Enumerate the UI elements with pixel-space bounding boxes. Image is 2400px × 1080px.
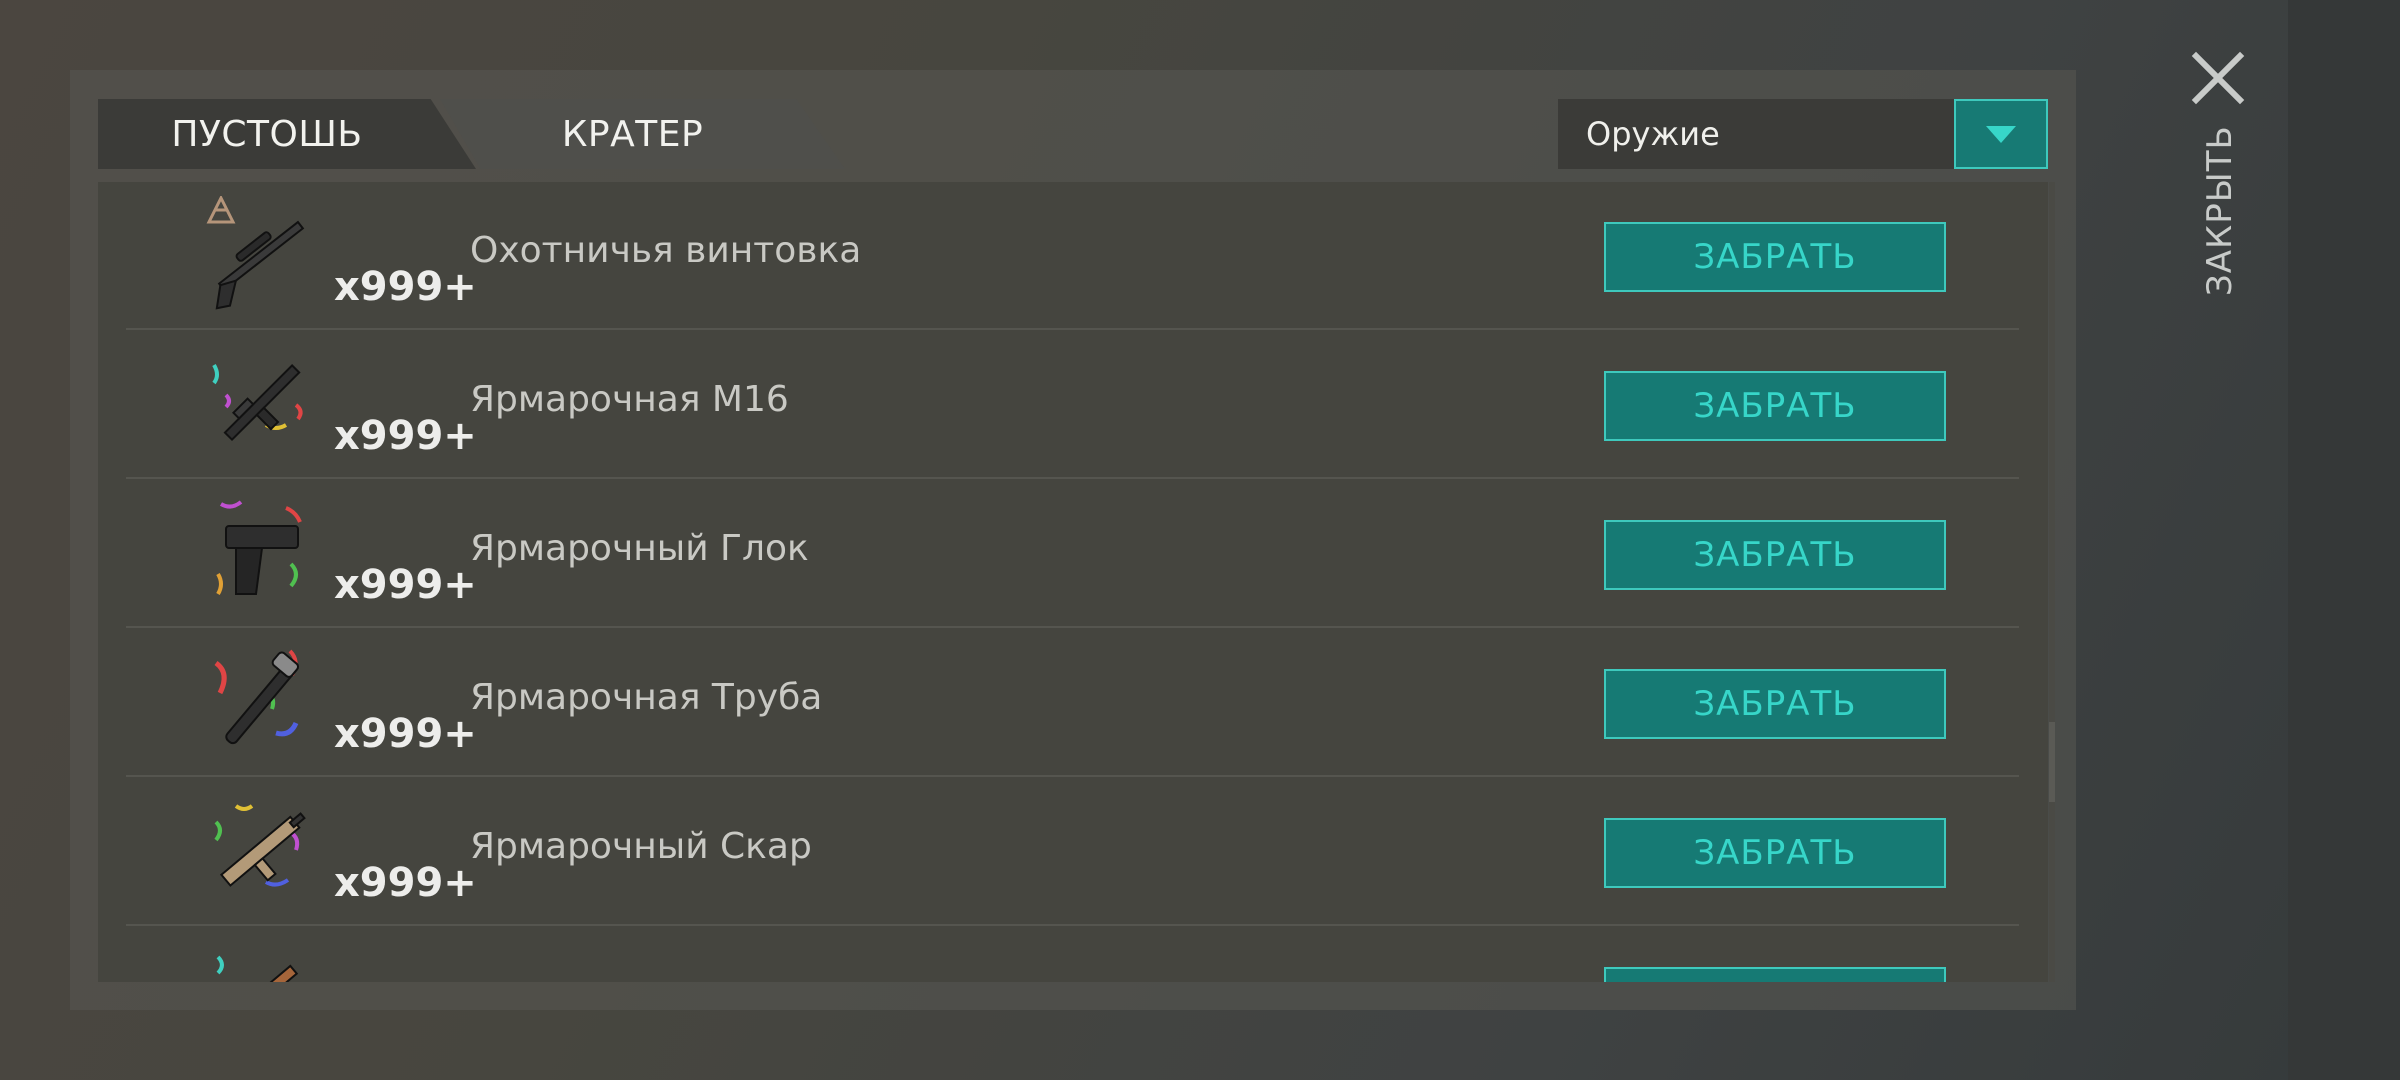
- list-item: x999+ Ярмарочный Глок ЗАБРАТЬ: [126, 480, 2019, 628]
- item-name: Ярмарочный Глок: [470, 528, 809, 569]
- tab-wasteland[interactable]: ПУСТОШЬ: [98, 99, 476, 169]
- chevron-down-icon: [1986, 125, 2016, 143]
- festive-m16-icon: [212, 363, 303, 442]
- close-icon[interactable]: [2190, 50, 2246, 106]
- take-button[interactable]: ЗАБРАТЬ: [1604, 371, 1946, 441]
- list-item: x999+ Ярмарочная Труба ЗАБРАТЬ: [126, 629, 2019, 777]
- list-item: x999+ Ярмарочная М16 ЗАБРАТЬ: [126, 331, 2019, 479]
- take-button[interactable]: [1604, 967, 1946, 982]
- list-item: x999+ Ярмарочный Скар ЗАБРАТЬ: [126, 778, 2019, 926]
- item-name: Ярмарочная М16: [470, 379, 789, 420]
- scrollbar-thumb[interactable]: [2049, 722, 2055, 802]
- take-button[interactable]: ЗАБРАТЬ: [1604, 669, 1946, 739]
- item-name: Ярмарочная Труба: [470, 677, 823, 718]
- item-quantity: x999+: [334, 413, 477, 459]
- festive-pipe-icon: [214, 649, 300, 745]
- item-name: Охотничья винтовка: [470, 230, 862, 271]
- hunting-rifle-icon: [215, 220, 305, 310]
- scrollbar[interactable]: [2049, 182, 2055, 982]
- take-button[interactable]: ЗАБРАТЬ: [1604, 818, 1946, 888]
- list-item: [126, 927, 2019, 982]
- take-button[interactable]: ЗАБРАТЬ: [1604, 520, 1946, 590]
- item-quantity: x999+: [334, 264, 477, 310]
- close-label[interactable]: ЗАКРЫТЬ: [2200, 125, 2240, 296]
- item-name: Ярмарочный Скар: [470, 826, 812, 867]
- tab-crater[interactable]: КРАТЕР: [440, 99, 845, 169]
- item-list[interactable]: x999+ Охотничья винтовка ЗАБРАТЬ x999+ Я…: [98, 182, 2048, 982]
- item-quantity: x999+: [334, 860, 477, 906]
- take-button[interactable]: ЗАБРАТЬ: [1604, 222, 1946, 292]
- dropdown-value: Оружие: [1586, 115, 1720, 153]
- festive-scar-icon: [214, 804, 306, 887]
- festive-glock-icon: [216, 500, 302, 596]
- category-dropdown[interactable]: Оружие: [1558, 99, 2048, 169]
- festive-weapon-icon: [216, 955, 299, 982]
- item-quantity: x999+: [334, 711, 477, 757]
- list-item: x999+ Охотничья винтовка ЗАБРАТЬ: [126, 182, 2019, 330]
- item-quantity: x999+: [334, 562, 477, 608]
- dropdown-toggle-button[interactable]: [1954, 99, 2048, 169]
- side-strip: [2288, 0, 2400, 1080]
